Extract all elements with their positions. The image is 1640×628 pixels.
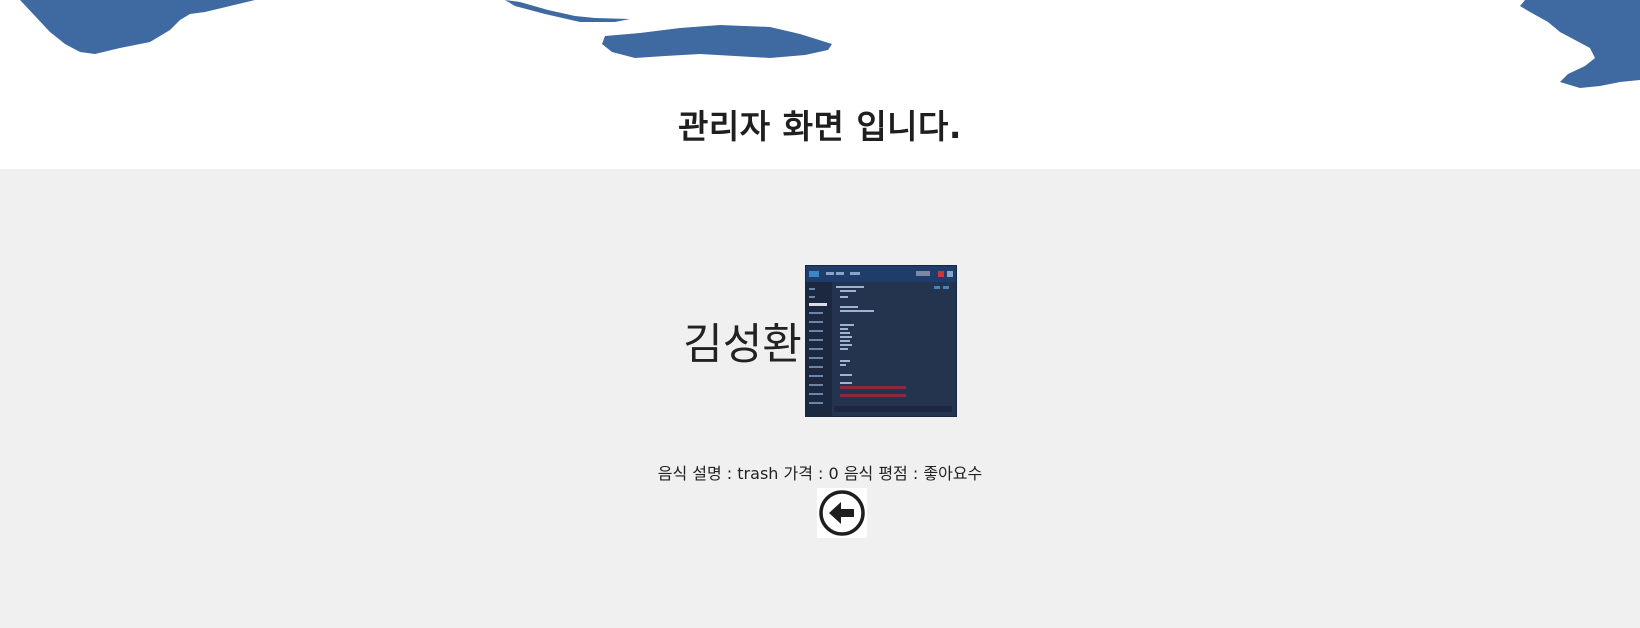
arrow-left-circle-icon — [819, 490, 865, 536]
price-label: 가격 : — [783, 464, 824, 483]
food-name: 김성환 — [683, 320, 802, 370]
admin-page: 관리자 화면 입니다. 김성환 음식 설명: trash 가격: 0 음식 … — [0, 0, 1640, 628]
food-thumbnail — [804, 265, 957, 417]
food-card: 김성환 — [0, 265, 1640, 417]
description-value: trash — [737, 464, 779, 483]
food-details: 음식 설명 : trash 가격 : 0 음식 평점 : 좋아요수 — [0, 460, 1640, 484]
page-title: 관리자 화면 입니다. — [678, 107, 962, 146]
header-banner: 관리자 화면 입니다. — [0, 0, 1640, 169]
main-content: 김성환 음식 설명: trash 가격: 0 음식 평점: 좋아요수 — [0, 169, 1640, 628]
rating-value: 좋아요수 — [923, 464, 983, 483]
price-value: 0 — [828, 464, 839, 483]
back-button[interactable] — [817, 488, 867, 538]
description-label: 음식 설명 : — [657, 464, 733, 483]
rating-label: 음식 평점 : — [843, 464, 919, 483]
thumbnail-screenshot-image — [805, 266, 956, 416]
